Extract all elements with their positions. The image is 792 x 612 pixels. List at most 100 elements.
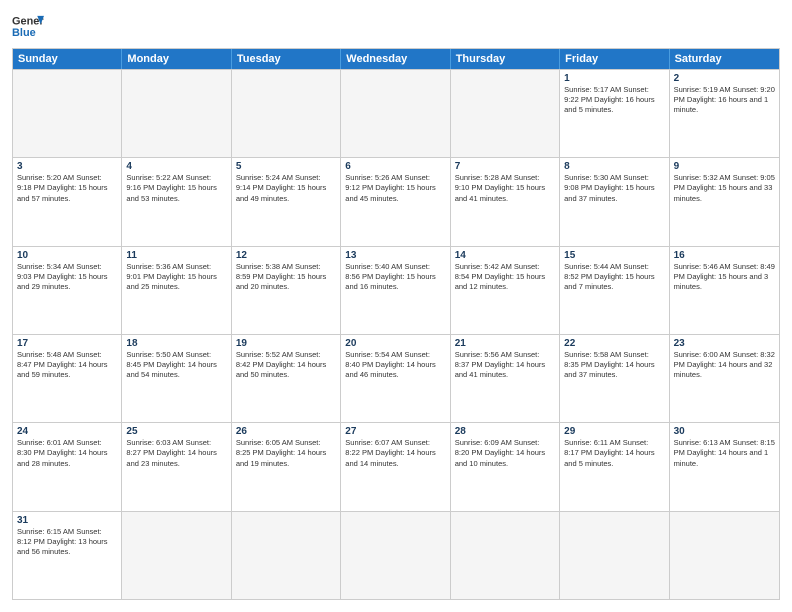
day-header-tuesday: Tuesday (232, 49, 341, 69)
day-number: 24 (17, 426, 117, 437)
calendar-cell: 9Sunrise: 5:32 AM Sunset: 9:05 PM Daylig… (670, 158, 779, 245)
day-info: Sunrise: 5:24 AM Sunset: 9:14 PM Dayligh… (236, 173, 336, 203)
day-number: 29 (564, 426, 664, 437)
calendar-cell: 18Sunrise: 5:50 AM Sunset: 8:45 PM Dayli… (122, 335, 231, 422)
day-info: Sunrise: 5:17 AM Sunset: 9:22 PM Dayligh… (564, 85, 664, 115)
day-info: Sunrise: 5:34 AM Sunset: 9:03 PM Dayligh… (17, 262, 117, 292)
day-info: Sunrise: 5:54 AM Sunset: 8:40 PM Dayligh… (345, 350, 445, 380)
calendar-cell (341, 70, 450, 157)
day-info: Sunrise: 5:58 AM Sunset: 8:35 PM Dayligh… (564, 350, 664, 380)
day-number: 2 (674, 73, 775, 84)
day-info: Sunrise: 5:22 AM Sunset: 9:16 PM Dayligh… (126, 173, 226, 203)
day-number: 5 (236, 161, 336, 172)
calendar-cell: 15Sunrise: 5:44 AM Sunset: 8:52 PM Dayli… (560, 247, 669, 334)
day-number: 26 (236, 426, 336, 437)
day-info: Sunrise: 5:28 AM Sunset: 9:10 PM Dayligh… (455, 173, 555, 203)
calendar-cell: 7Sunrise: 5:28 AM Sunset: 9:10 PM Daylig… (451, 158, 560, 245)
calendar-week-5: 24Sunrise: 6:01 AM Sunset: 8:30 PM Dayli… (13, 422, 779, 510)
day-info: Sunrise: 5:36 AM Sunset: 9:01 PM Dayligh… (126, 262, 226, 292)
day-number: 10 (17, 250, 117, 261)
calendar-cell (122, 512, 231, 599)
day-info: Sunrise: 5:44 AM Sunset: 8:52 PM Dayligh… (564, 262, 664, 292)
calendar-cell: 25Sunrise: 6:03 AM Sunset: 8:27 PM Dayli… (122, 423, 231, 510)
calendar-header: SundayMondayTuesdayWednesdayThursdayFrid… (13, 49, 779, 69)
day-info: Sunrise: 6:13 AM Sunset: 8:15 PM Dayligh… (674, 438, 775, 468)
day-number: 15 (564, 250, 664, 261)
calendar-cell: 28Sunrise: 6:09 AM Sunset: 8:20 PM Dayli… (451, 423, 560, 510)
day-info: Sunrise: 5:19 AM Sunset: 9:20 PM Dayligh… (674, 85, 775, 115)
day-info: Sunrise: 6:03 AM Sunset: 8:27 PM Dayligh… (126, 438, 226, 468)
calendar-cell (232, 70, 341, 157)
calendar-cell: 14Sunrise: 5:42 AM Sunset: 8:54 PM Dayli… (451, 247, 560, 334)
day-number: 25 (126, 426, 226, 437)
calendar-cell: 31Sunrise: 6:15 AM Sunset: 8:12 PM Dayli… (13, 512, 122, 599)
day-number: 3 (17, 161, 117, 172)
calendar-cell: 4Sunrise: 5:22 AM Sunset: 9:16 PM Daylig… (122, 158, 231, 245)
day-info: Sunrise: 6:11 AM Sunset: 8:17 PM Dayligh… (564, 438, 664, 468)
calendar-cell: 21Sunrise: 5:56 AM Sunset: 8:37 PM Dayli… (451, 335, 560, 422)
day-number: 14 (455, 250, 555, 261)
calendar-cell (122, 70, 231, 157)
svg-text:Blue: Blue (12, 27, 36, 39)
day-info: Sunrise: 5:56 AM Sunset: 8:37 PM Dayligh… (455, 350, 555, 380)
calendar-cell: 3Sunrise: 5:20 AM Sunset: 9:18 PM Daylig… (13, 158, 122, 245)
calendar-cell: 23Sunrise: 6:00 AM Sunset: 8:32 PM Dayli… (670, 335, 779, 422)
calendar-cell: 30Sunrise: 6:13 AM Sunset: 8:15 PM Dayli… (670, 423, 779, 510)
day-header-sunday: Sunday (13, 49, 122, 69)
calendar-week-2: 3Sunrise: 5:20 AM Sunset: 9:18 PM Daylig… (13, 157, 779, 245)
day-info: Sunrise: 6:00 AM Sunset: 8:32 PM Dayligh… (674, 350, 775, 380)
calendar-cell (232, 512, 341, 599)
day-header-monday: Monday (122, 49, 231, 69)
calendar-cell (451, 70, 560, 157)
header: General Blue (12, 12, 780, 40)
day-info: Sunrise: 5:20 AM Sunset: 9:18 PM Dayligh… (17, 173, 117, 203)
day-info: Sunrise: 5:46 AM Sunset: 8:49 PM Dayligh… (674, 262, 775, 292)
calendar-cell: 27Sunrise: 6:07 AM Sunset: 8:22 PM Dayli… (341, 423, 450, 510)
day-number: 11 (126, 250, 226, 261)
day-header-friday: Friday (560, 49, 669, 69)
calendar-cell: 17Sunrise: 5:48 AM Sunset: 8:47 PM Dayli… (13, 335, 122, 422)
day-info: Sunrise: 6:15 AM Sunset: 8:12 PM Dayligh… (17, 527, 117, 557)
page: General Blue SundayMondayTuesdayWednesda… (0, 0, 792, 612)
calendar-cell: 13Sunrise: 5:40 AM Sunset: 8:56 PM Dayli… (341, 247, 450, 334)
day-number: 17 (17, 338, 117, 349)
calendar-cell (560, 512, 669, 599)
day-number: 16 (674, 250, 775, 261)
day-number: 31 (17, 515, 117, 526)
day-number: 22 (564, 338, 664, 349)
calendar: SundayMondayTuesdayWednesdayThursdayFrid… (12, 48, 780, 600)
day-number: 30 (674, 426, 775, 437)
day-header-wednesday: Wednesday (341, 49, 450, 69)
day-number: 12 (236, 250, 336, 261)
day-info: Sunrise: 5:52 AM Sunset: 8:42 PM Dayligh… (236, 350, 336, 380)
calendar-cell: 10Sunrise: 5:34 AM Sunset: 9:03 PM Dayli… (13, 247, 122, 334)
calendar-cell: 5Sunrise: 5:24 AM Sunset: 9:14 PM Daylig… (232, 158, 341, 245)
calendar-cell: 29Sunrise: 6:11 AM Sunset: 8:17 PM Dayli… (560, 423, 669, 510)
day-header-thursday: Thursday (451, 49, 560, 69)
day-info: Sunrise: 5:48 AM Sunset: 8:47 PM Dayligh… (17, 350, 117, 380)
calendar-cell: 6Sunrise: 5:26 AM Sunset: 9:12 PM Daylig… (341, 158, 450, 245)
day-number: 8 (564, 161, 664, 172)
calendar-cell: 8Sunrise: 5:30 AM Sunset: 9:08 PM Daylig… (560, 158, 669, 245)
calendar-cell (341, 512, 450, 599)
day-info: Sunrise: 5:42 AM Sunset: 8:54 PM Dayligh… (455, 262, 555, 292)
day-number: 13 (345, 250, 445, 261)
day-number: 7 (455, 161, 555, 172)
day-info: Sunrise: 5:26 AM Sunset: 9:12 PM Dayligh… (345, 173, 445, 203)
calendar-cell: 19Sunrise: 5:52 AM Sunset: 8:42 PM Dayli… (232, 335, 341, 422)
calendar-cell (13, 70, 122, 157)
logo: General Blue (12, 12, 44, 40)
day-number: 27 (345, 426, 445, 437)
calendar-cell: 1Sunrise: 5:17 AM Sunset: 9:22 PM Daylig… (560, 70, 669, 157)
calendar-cell: 26Sunrise: 6:05 AM Sunset: 8:25 PM Dayli… (232, 423, 341, 510)
day-info: Sunrise: 6:07 AM Sunset: 8:22 PM Dayligh… (345, 438, 445, 468)
day-number: 6 (345, 161, 445, 172)
day-number: 4 (126, 161, 226, 172)
calendar-cell: 22Sunrise: 5:58 AM Sunset: 8:35 PM Dayli… (560, 335, 669, 422)
day-number: 19 (236, 338, 336, 349)
day-info: Sunrise: 5:32 AM Sunset: 9:05 PM Dayligh… (674, 173, 775, 203)
day-number: 1 (564, 73, 664, 84)
day-number: 28 (455, 426, 555, 437)
day-info: Sunrise: 6:05 AM Sunset: 8:25 PM Dayligh… (236, 438, 336, 468)
calendar-week-4: 17Sunrise: 5:48 AM Sunset: 8:47 PM Dayli… (13, 334, 779, 422)
